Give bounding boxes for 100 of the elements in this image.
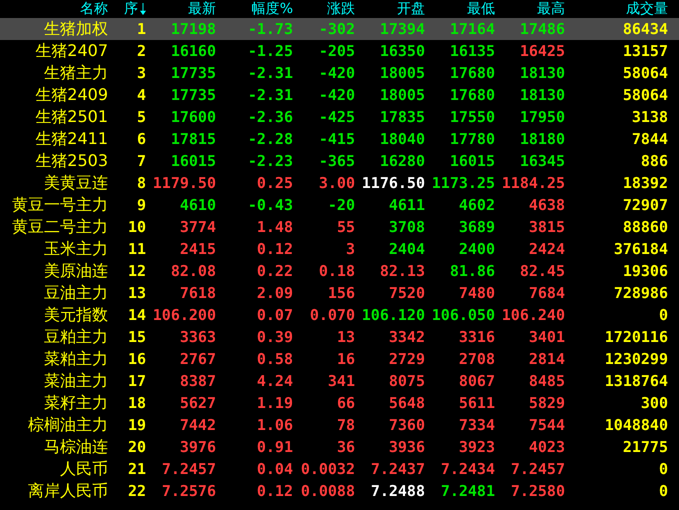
table-cell: 58064 [622,86,668,104]
table-cell: 2404 [388,240,425,258]
table-cell: -420 [318,64,355,82]
table-cell: 4.24 [256,372,293,390]
table-cell: 106.050 [432,306,495,324]
table-row[interactable]: 生猪2503 7 16015 -2.23 -365 16280 16015 16345 886 [0,150,679,172]
table-row[interactable]: 豆油主力 13 7618 2.09 156 7520 7480 7684 728986 [0,282,679,304]
table-row[interactable]: 棕榈油主力 19 7442 1.06 78 7360 7334 7544 1048840 [0,414,679,436]
table-cell: 3774 [180,218,216,236]
table-cell: 7618 [180,284,216,302]
table-cell: 7334 [458,416,495,434]
table-cell: 9 [136,196,146,214]
table-row[interactable]: 美原油连 12 82.08 0.22 0.18 82.13 81.86 82.45 19306 [0,260,679,282]
table-cell: 17680 [450,86,495,104]
column-header[interactable]: 幅度% [252,1,293,17]
table-row[interactable]: 马棕油连 20 3976 0.91 36 3936 3923 4023 21775 [0,436,679,458]
table-cell: 17600 [170,108,216,126]
table-row[interactable]: 生猪主力 3 17735 -2.31 -420 18005 17680 18130 58064 [0,62,679,84]
table-cell: 376184 [614,240,668,258]
table-row[interactable]: 菜油主力 17 8387 4.24 341 8075 8067 8485 1318764 [0,370,679,392]
table-row[interactable]: 黄豆二号主力 10 3774 1.48 55 3708 3689 3815 88860 [0,216,679,238]
table-cell: 4638 [528,196,565,214]
table-cell: 13157 [622,42,668,60]
table-cell: 7.2481 [440,482,495,500]
table-row[interactable]: 玉米主力 11 2415 0.12 3 2404 2400 2424 376184 [0,238,679,260]
table-cell: 生猪主力 [44,64,108,82]
column-header[interactable]: 开盘 [397,1,425,17]
table-cell: 生猪2411 [35,130,108,148]
table-cell: 17486 [520,20,565,38]
table-cell: 7.2576 [162,482,216,500]
table-cell: -1.25 [248,42,293,60]
table-row[interactable]: 生猪2411 6 17815 -2.28 -415 18040 17780 18180 7844 [0,128,679,150]
table-row[interactable]: 生猪2409 4 17735 -2.31 -420 18005 17680 18130 58064 [0,84,679,106]
table-cell: 17550 [450,108,495,126]
table-row[interactable]: 生猪2501 5 17600 -2.36 -425 17835 17550 17950 3138 [0,106,679,128]
table-cell: 美元指数 [44,306,108,324]
table-cell: 17815 [170,130,216,148]
column-header[interactable]: 最低 [467,1,495,17]
table-row[interactable]: 菜籽主力 18 5627 1.19 66 5648 5611 5829 300 [0,392,679,414]
table-row[interactable]: 菜粕主力 16 2767 0.58 16 2729 2708 2814 1230299 [0,348,679,370]
table-cell: 美原油连 [44,262,108,280]
table-cell: -20 [328,196,355,214]
table-cell: 6 [136,130,146,148]
table-cell: 4610 [180,196,216,214]
table-cell: 3342 [388,328,425,346]
column-header[interactable]: 名称 [80,1,108,17]
table-cell: 人民币 [60,460,108,478]
table-row[interactable]: 黄豆一号主力 9 4610 -0.43 -20 4611 4602 4638 72907 [0,194,679,216]
table-cell: -425 [318,108,355,126]
table-cell: 16345 [520,152,565,170]
table-row[interactable]: 美元指数 14 106.200 0.07 0.070 106.120 106.050 106.240 0 [0,304,679,326]
column-header[interactable]: 最新 [188,1,216,17]
table-cell: 18180 [520,130,565,148]
table-cell: 0.58 [256,350,293,368]
table-cell: 17780 [450,130,495,148]
table-row[interactable]: 生猪2407 2 16160 -1.25 -205 16350 16135 16425 13157 [0,40,679,62]
table-cell: 菜籽主力 [44,394,108,412]
table-cell: 3976 [180,438,216,456]
table-cell: 7544 [528,416,565,434]
table-cell: -420 [318,86,355,104]
column-header[interactable]: 涨跌 [327,1,355,17]
table-cell: 7684 [528,284,565,302]
table-cell: 1318764 [604,372,668,390]
table-row[interactable]: 人民币 21 7.2457 0.04 0.0032 7.2437 7.2434 7.2457 0 [0,458,679,480]
table-cell: 豆粕主力 [44,328,108,346]
table-cell: 8075 [388,372,425,390]
table-cell: 菜油主力 [44,372,108,390]
table-row[interactable]: 生猪加权 1 17198 -1.73 -302 17394 17164 17486 86434 [0,18,679,40]
column-header[interactable]: 最高 [537,1,565,17]
table-cell: 7.2434 [440,460,495,478]
table-cell: 生猪2503 [35,152,108,170]
table-cell: 5 [136,108,146,126]
table-cell: 黄豆一号主力 [12,196,108,214]
table-row[interactable]: 离岸人民币 22 7.2576 0.12 0.0088 7.2488 7.2481 7.2580 0 [0,480,679,502]
table-cell: 106.200 [152,306,216,324]
table-cell: 82.45 [520,262,565,280]
table-cell: 13 [128,284,146,302]
table-cell: 16350 [380,42,425,60]
table-cell: 7.2488 [370,482,425,500]
table-cell: 0.12 [256,482,293,500]
table-cell: 16015 [450,152,495,170]
table-row[interactable]: 美黄豆连 8 1179.50 0.25 3.00 1176.50 1173.25 1184.25 18392 [0,172,679,194]
table-cell: 2767 [180,350,216,368]
table-cell: 0 [658,306,668,324]
table-cell: 3 [136,64,146,82]
column-header[interactable]: 成交量 [626,1,668,17]
table-cell: 12 [128,262,146,280]
table-cell: 3.00 [318,174,355,192]
table-cell: 5648 [388,394,425,412]
table-cell: 豆油主力 [44,284,108,302]
column-header[interactable]: 序 [124,1,138,17]
table-cell: 2708 [458,350,495,368]
table-cell: 7.2437 [370,460,425,478]
table-cell: 棕榈油主力 [28,416,108,434]
table-cell: 19 [128,416,146,434]
table-cell: 1.06 [256,416,293,434]
table-cell: 1230299 [604,350,668,368]
table-cell: 17 [128,372,146,390]
table-cell: 5829 [528,394,565,412]
table-row[interactable]: 豆粕主力 15 3363 0.39 13 3342 3316 3401 1720116 [0,326,679,348]
